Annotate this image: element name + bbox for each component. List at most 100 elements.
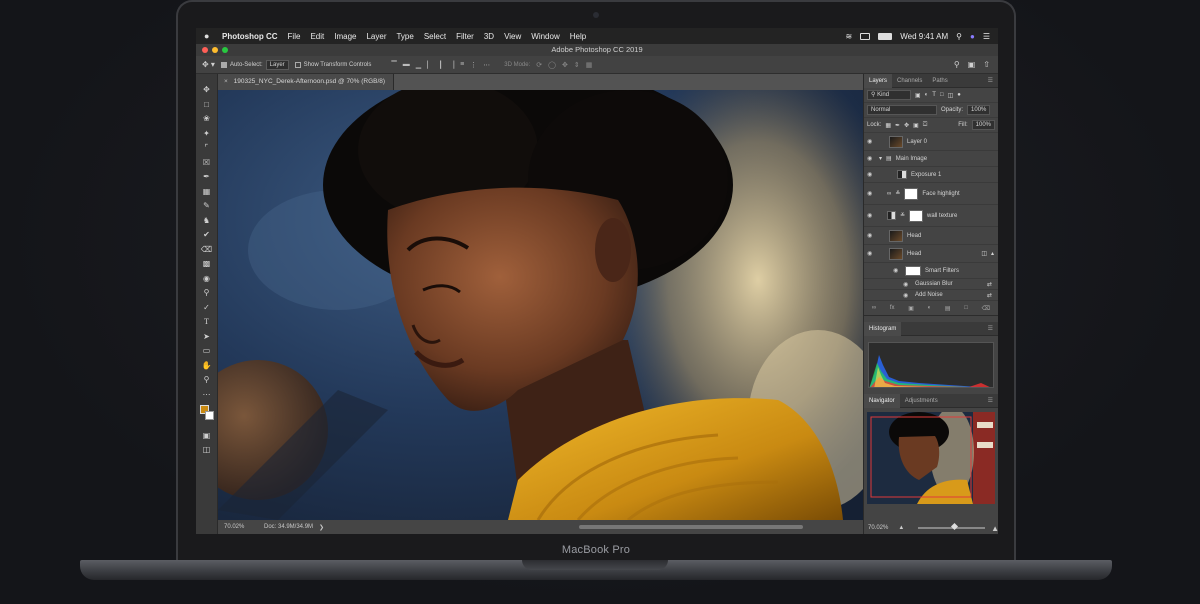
visibility-eye-icon[interactable]: ◉ xyxy=(867,190,875,197)
add-mask-icon[interactable]: ▣ xyxy=(908,305,914,312)
filter-shape-icon[interactable]: □ xyxy=(940,92,944,98)
visibility-eye-icon[interactable]: ◉ xyxy=(903,292,911,299)
layer-row[interactable]: ◉ Layer 0 xyxy=(864,133,998,151)
align-bottom-icon[interactable]: ▁ xyxy=(416,61,421,69)
lasso-tool-icon[interactable]: ❀ xyxy=(200,113,214,125)
zoom-in-icon[interactable]: ▲ xyxy=(991,524,998,533)
wifi-icon[interactable]: ≋ xyxy=(846,32,853,41)
visibility-eye-icon[interactable]: ◉ xyxy=(867,138,875,145)
auto-select-dropdown[interactable]: Layer xyxy=(265,59,289,70)
layer-row[interactable]: ◉ ∞ ≚ Face highlight xyxy=(864,183,998,205)
gradient-tool-icon[interactable]: ▩ xyxy=(200,258,214,270)
path-select-tool-icon[interactable]: ➤ xyxy=(200,331,214,343)
new-group-icon[interactable]: ▤ xyxy=(945,305,951,312)
move-tool-preset-icon[interactable]: ✥ ▾ xyxy=(202,60,215,69)
tab-channels[interactable]: Channels xyxy=(892,74,927,88)
visibility-eye-icon[interactable]: ◉ xyxy=(867,155,875,162)
tab-navigator[interactable]: Navigator xyxy=(864,393,900,408)
tab-adjustments[interactable]: Adjustments xyxy=(900,394,943,408)
clone-stamp-tool-icon[interactable]: ♞ xyxy=(200,215,214,227)
filter-row[interactable]: ◉ Add Noise ⇄ xyxy=(864,290,998,301)
lock-position-icon[interactable]: ✥ xyxy=(904,122,909,129)
filter-adjust-icon[interactable]: ◐ xyxy=(925,92,929,98)
crop-tool-icon[interactable]: ⌜ xyxy=(200,142,214,154)
menu-window[interactable]: Window xyxy=(531,32,559,41)
distribute-icon[interactable]: ≡ xyxy=(460,61,464,69)
menu-layer[interactable]: Layer xyxy=(366,32,386,41)
apple-menu-icon[interactable]: ● xyxy=(204,31,214,41)
shape-tool-icon[interactable]: ▭ xyxy=(200,345,214,357)
status-menu-icon[interactable]: ❯ xyxy=(319,524,324,531)
visibility-eye-icon[interactable]: ◉ xyxy=(867,250,875,257)
menu-view[interactable]: View xyxy=(504,32,521,41)
screen-mode-icon[interactable]: ◫ xyxy=(200,444,214,456)
move-tool-icon[interactable]: ✥ xyxy=(200,84,214,96)
navigator-zoom[interactable]: 70.02% xyxy=(868,525,888,531)
align-left-icon[interactable]: ▏ xyxy=(427,61,432,69)
visibility-eye-icon[interactable]: ◉ xyxy=(867,212,875,219)
expand-arrow-icon[interactable]: ▾ xyxy=(879,155,882,162)
filter-smart-icon[interactable]: ◫ xyxy=(948,92,954,99)
zoom-level[interactable]: 70.02% xyxy=(224,524,264,530)
3d-pan-icon[interactable]: ✥ xyxy=(562,61,568,69)
tab-histogram[interactable]: Histogram xyxy=(864,321,902,336)
fill-field[interactable]: 100% xyxy=(971,120,995,130)
panel-menu-icon[interactable]: ☰ xyxy=(983,394,998,408)
align-top-icon[interactable]: ▔ xyxy=(391,61,396,69)
menu-help[interactable]: Help xyxy=(570,32,586,41)
auto-select-checkbox[interactable] xyxy=(220,61,227,68)
search-icon[interactable]: ⚲ xyxy=(954,60,960,69)
layer-row[interactable]: ◉ Head xyxy=(864,227,998,245)
collapse-arrow-icon[interactable]: ▴ xyxy=(991,250,994,257)
trash-icon[interactable]: ⌫ xyxy=(982,305,990,312)
brush-tool-icon[interactable]: ✎ xyxy=(200,200,214,212)
app-menu[interactable]: Photoshop CC xyxy=(222,32,278,41)
quick-mask-icon[interactable]: ▣ xyxy=(200,430,214,442)
visibility-eye-icon[interactable]: ◉ xyxy=(867,232,875,239)
visibility-eye-icon[interactable]: ◉ xyxy=(903,281,911,288)
menu-type[interactable]: Type xyxy=(396,32,413,41)
filter-pixel-icon[interactable]: ▣ xyxy=(915,92,921,99)
filter-toggle-icon[interactable]: ● xyxy=(957,92,961,98)
color-swatches[interactable] xyxy=(199,405,214,421)
align-center-icon[interactable]: ┃ xyxy=(439,61,443,69)
tab-layers[interactable]: Layers xyxy=(864,73,893,88)
layer-row[interactable]: ◉ Head ◫ ▴ xyxy=(864,245,998,263)
zoom-slider[interactable] xyxy=(918,527,986,529)
blur-tool-icon[interactable]: ◉ xyxy=(200,273,214,285)
lock-transparent-icon[interactable]: ▦ xyxy=(885,122,891,129)
more-options-icon[interactable]: ⋯ xyxy=(483,61,490,69)
menu-file[interactable]: File xyxy=(288,32,301,41)
filter-type-icon[interactable]: T xyxy=(932,92,936,98)
link-layers-icon[interactable]: ∞ xyxy=(872,305,876,311)
frame-tool-icon[interactable]: ☒ xyxy=(200,157,214,169)
spotlight-icon[interactable]: ⚲ xyxy=(956,32,962,41)
workspace-icon[interactable]: ▣ xyxy=(968,60,976,69)
3d-slide-icon[interactable]: ⇕ xyxy=(574,61,580,69)
3d-scale-icon[interactable]: ▦ xyxy=(586,61,593,69)
3d-roll-icon[interactable]: ◯ xyxy=(548,61,556,69)
pen-tool-icon[interactable]: ✓ xyxy=(200,302,214,314)
transform-controls-option[interactable]: Show Transform Controls xyxy=(294,61,371,68)
smart-filters-row[interactable]: ◉ Smart Filters xyxy=(864,263,998,279)
menu-edit[interactable]: Edit xyxy=(310,32,324,41)
layer-row[interactable]: ◉ ≚ wall texture xyxy=(864,205,998,227)
opacity-field[interactable]: 100% xyxy=(967,105,991,115)
menu-3d[interactable]: 3D xyxy=(484,32,494,41)
fx-icon[interactable]: fx xyxy=(890,305,895,311)
blend-mode-dropdown[interactable]: Normal xyxy=(867,105,937,115)
more-tools-icon[interactable]: ⋯ xyxy=(200,389,214,401)
type-tool-icon[interactable]: T xyxy=(200,316,214,328)
zoom-out-icon[interactable]: ▲ xyxy=(898,525,904,531)
airplay-icon[interactable] xyxy=(860,32,871,40)
menu-filter[interactable]: Filter xyxy=(456,32,474,41)
filter-row[interactable]: ◉ Gaussian Blur ⇄ xyxy=(864,279,998,290)
healing-brush-tool-icon[interactable]: ▦ xyxy=(200,186,214,198)
auto-select-option[interactable]: Auto-Select: Layer xyxy=(220,59,289,70)
eraser-tool-icon[interactable]: ⌫ xyxy=(200,244,214,256)
panel-menu-icon[interactable]: ☰ xyxy=(983,322,998,336)
close-button[interactable] xyxy=(202,47,208,53)
zoom-tool-icon[interactable]: ⚲ xyxy=(200,374,214,386)
background-color-swatch[interactable] xyxy=(204,411,214,420)
new-adjustment-icon[interactable]: ◐ xyxy=(928,305,932,311)
